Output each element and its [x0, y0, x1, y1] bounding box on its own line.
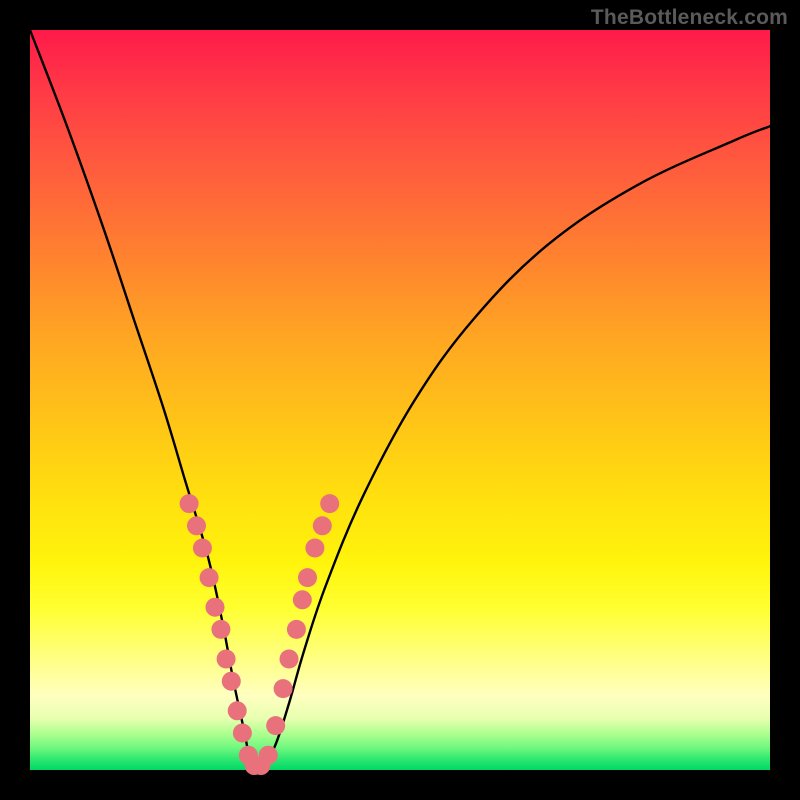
curve-markers: [180, 494, 340, 775]
curve-marker: [266, 716, 285, 735]
plot-area: [30, 30, 770, 770]
chart-frame: TheBottleneck.com: [0, 0, 800, 800]
curve-marker: [313, 516, 332, 535]
curve-marker: [280, 650, 299, 669]
curve-marker: [320, 494, 339, 513]
curve-marker: [298, 568, 317, 587]
curve-marker: [293, 590, 312, 609]
curve-marker: [228, 701, 247, 720]
bottleneck-curve: [30, 30, 770, 774]
curve-marker: [187, 516, 206, 535]
curve-marker: [259, 746, 278, 765]
curve-marker: [222, 672, 241, 691]
curve-marker: [193, 539, 212, 558]
chart-svg: [30, 30, 770, 770]
curve-marker: [180, 494, 199, 513]
curve-marker: [233, 724, 252, 743]
watermark-text: TheBottleneck.com: [591, 6, 788, 30]
curve-marker: [211, 620, 230, 639]
curve-marker: [217, 650, 236, 669]
curve-marker: [200, 568, 219, 587]
curve-marker: [274, 679, 293, 698]
curve-marker: [287, 620, 306, 639]
curve-marker: [206, 598, 225, 617]
curve-marker: [305, 539, 324, 558]
